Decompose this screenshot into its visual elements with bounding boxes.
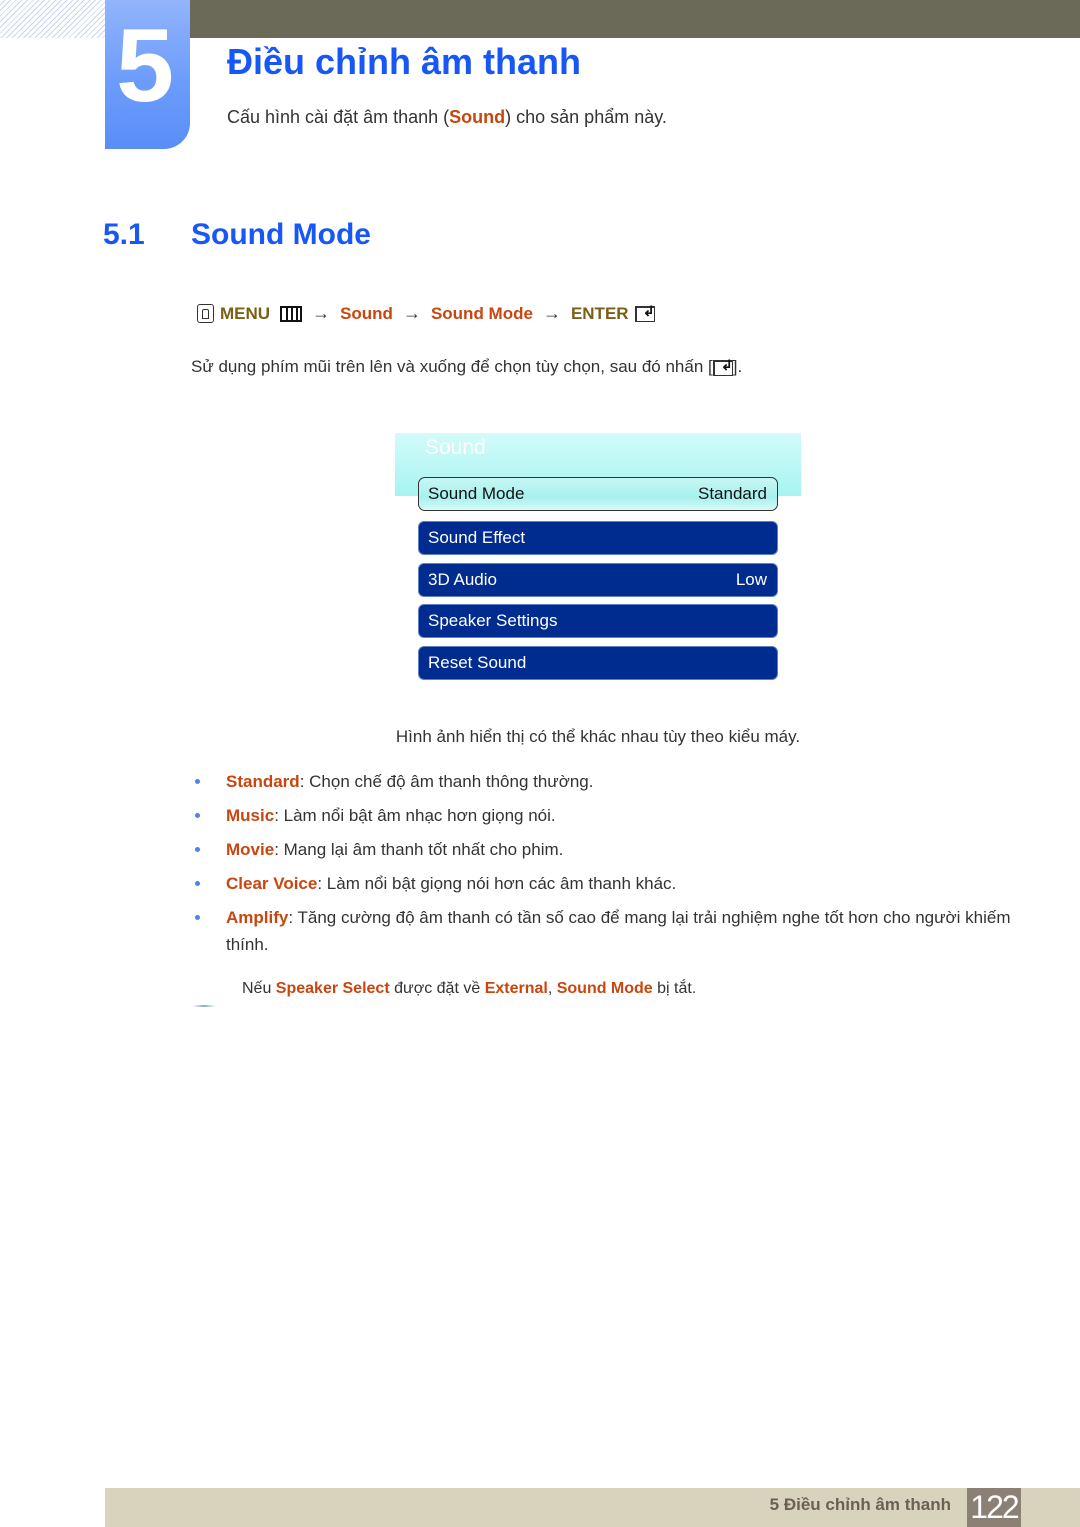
menu-grid-icon [280,305,303,322]
osd-item-label: 3D Audio [428,570,497,589]
osd-item-label: Reset Sound [428,653,527,672]
osd-item-3d-audio[interactable]: 3D Audio Low [418,563,778,597]
note-prefix: Nếu [242,980,276,997]
subtitle-highlight: Sound [449,107,506,127]
chapter-subtitle: Cấu hình cài đặt âm thanh (Sound) cho sả… [227,107,667,128]
page-footer: 5 Điều chỉnh âm thanh 122 [105,1488,1080,1527]
osd-item-label: Sound Mode [428,484,525,503]
option-desc: : Làm nổi bật âm nhạc hơn giọng nói. [274,806,556,825]
option-term: Music [226,806,275,825]
osd-item-sound-mode[interactable]: Sound Mode Standard [418,477,778,511]
note-suffix: bị tắt. [652,980,697,997]
note-text: Nếu Speaker Select được đặt về External,… [242,980,696,998]
instruction-text: Sử dụng phím mũi trên lên và xuống để ch… [191,357,742,377]
bullet-icon [195,881,200,886]
chapter-number: 5 [116,8,174,124]
list-item: Music: Làm nổi bật âm nhạc hơn giọng nói… [190,802,1020,829]
option-term: Amplify [226,908,289,927]
chapter-number-badge: 5 [105,0,190,149]
arrow-icon: → [312,303,331,323]
menu-step-sound: Sound [340,303,393,323]
enter-label: ENTER [570,303,629,323]
option-term: Movie [226,840,275,859]
chapter-top-bar [190,0,1080,38]
menu-label: MENU [220,303,271,323]
osd-item-label: Speaker Settings [428,611,558,630]
list-item: Clear Voice: Làm nổi bật giọng nói hơn c… [190,870,1020,897]
option-desc: : Chọn chế độ âm thanh thông thường. [299,772,594,791]
note-term-speaker-select: Speaker Select [275,980,390,997]
bullet-icon [195,847,200,852]
osd-item-value: Standard [698,484,767,503]
osd-item-label: Sound Effect [428,528,526,547]
bullet-icon [195,779,200,784]
option-desc: : Tăng cường độ âm thanh có tần số cao đ… [226,908,1011,954]
remote-hand-icon [197,304,214,323]
osd-item-speaker-settings[interactable]: Speaker Settings [418,604,778,638]
options-list: Standard: Chọn chế độ âm thanh thông thư… [190,768,1020,965]
osd-item-reset-sound[interactable]: Reset Sound [418,646,778,680]
menu-path: MENU → Sound → Sound Mode → ENTER [197,303,655,324]
osd-item-sound-effect[interactable]: Sound Effect [418,521,778,555]
option-term: Clear Voice [226,874,318,893]
section-number: 5.1 [103,218,145,251]
decorative-hatch [0,0,105,38]
note-term-sound-mode: Sound Mode [556,980,653,997]
arrow-icon: → [402,303,421,323]
instruction-main: Sử dụng phím mũi trên lên và xuống để ch… [191,357,713,376]
page-number: 122 [967,1488,1021,1527]
instruction-suffix: ]. [732,357,743,376]
subtitle-text: Cấu hình cài đặt âm thanh ( [227,107,450,127]
enter-icon [712,357,733,376]
option-desc: : Làm nổi bật giọng nói hơn các âm thanh… [317,874,677,893]
osd-title: Sound [425,436,486,459]
osd-item-value: Low [735,570,767,589]
note-mid: , [547,980,557,997]
note-term-external: External [484,980,548,997]
section-title: Sound Mode [191,218,371,251]
bullet-icon [195,915,200,920]
note-icon [192,1005,216,1007]
option-desc: : Mang lại âm thanh tốt nhất cho phim. [274,840,564,859]
menu-step-sound-mode: Sound Mode [430,303,533,323]
list-item: Standard: Chọn chế độ âm thanh thông thư… [190,768,1020,795]
subtitle-text-end: ) cho sản phẩm này. [505,107,667,127]
list-item: Movie: Mang lại âm thanh tốt nhất cho ph… [190,836,1020,863]
option-term: Standard [226,772,300,791]
image-caption: Hình ảnh hiển thị có thể khác nhau tùy t… [395,727,801,746]
note-mid: được đặt về [389,980,485,997]
enter-icon [634,303,655,322]
arrow-icon: → [542,303,561,323]
footer-chapter-label: 5 Điều chỉnh âm thanh [769,1495,951,1514]
list-item: Amplify: Tăng cường độ âm thanh có tần s… [190,904,1020,958]
bullet-icon [195,813,200,818]
chapter-title: Điều chỉnh âm thanh [227,41,582,82]
